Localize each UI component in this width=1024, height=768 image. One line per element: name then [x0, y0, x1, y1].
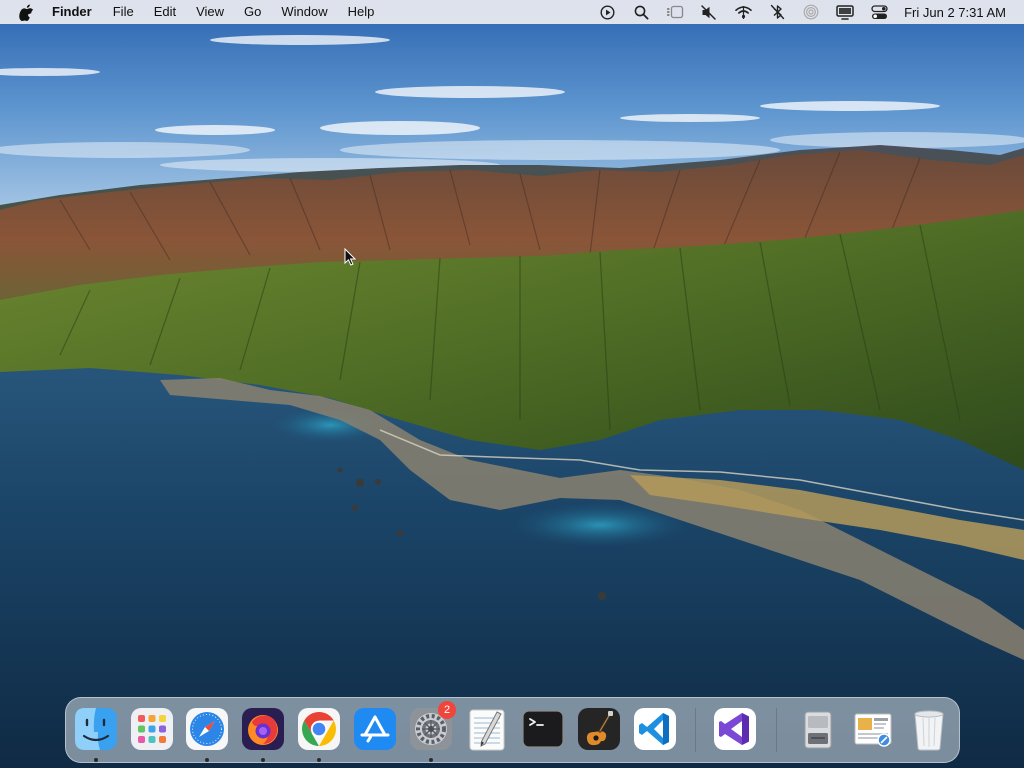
dock-firefox[interactable]	[240, 706, 286, 762]
disk-utility-icon	[804, 711, 832, 749]
trash-icon	[914, 710, 944, 751]
dock-separator	[776, 708, 777, 752]
running-indicator	[317, 758, 321, 762]
wallpaper	[0, 0, 1024, 768]
running-indicator	[429, 758, 433, 762]
airdrop-icon[interactable]	[802, 3, 820, 21]
notification-badge: 2	[438, 701, 456, 719]
menu-edit[interactable]: Edit	[144, 0, 186, 24]
dock-separator	[695, 708, 696, 752]
dock-preview[interactable]	[850, 706, 896, 752]
dock-garageband[interactable]	[576, 706, 622, 752]
menu-view[interactable]: View	[186, 0, 234, 24]
visual-studio-icon	[714, 708, 756, 750]
menu-file[interactable]: File	[103, 0, 144, 24]
firefox-icon	[242, 708, 284, 750]
dock-textedit[interactable]	[464, 706, 510, 752]
search-icon[interactable]	[632, 3, 650, 21]
stage-manager-icon[interactable]	[666, 3, 684, 21]
wifi-icon[interactable]	[734, 3, 752, 21]
control-center-icon[interactable]	[870, 3, 888, 21]
running-indicator	[94, 758, 98, 762]
menu-window[interactable]: Window	[271, 0, 337, 24]
garageband-icon	[578, 708, 620, 750]
preview-icon	[854, 713, 892, 747]
dock-visual-studio[interactable]	[712, 706, 758, 752]
app-store-icon	[354, 708, 396, 750]
launchpad-icon	[131, 708, 173, 750]
terminal-icon	[522, 710, 564, 748]
play-circle-icon[interactable]	[598, 3, 616, 21]
dock-terminal[interactable]	[520, 706, 566, 752]
desktop[interactable]: Finder File Edit View Go Window Help Fri…	[0, 0, 1024, 768]
apple-menu-icon[interactable]	[18, 3, 34, 21]
menu-app-finder[interactable]: Finder	[52, 0, 103, 24]
vscode-icon	[634, 708, 676, 750]
safari-icon	[186, 708, 228, 750]
bluetooth-off-icon[interactable]	[768, 3, 786, 21]
dock-app-store[interactable]	[352, 706, 398, 752]
menu-go[interactable]: Go	[234, 0, 271, 24]
dock-finder[interactable]	[73, 706, 119, 762]
dock-chrome[interactable]	[296, 706, 342, 762]
mouse-cursor-icon	[344, 248, 356, 266]
finder-icon	[75, 708, 117, 750]
sound-muted-icon[interactable]	[700, 3, 718, 21]
dock: 2	[65, 697, 960, 763]
dock-system-preferences[interactable]: 2	[408, 701, 456, 762]
menu-clock[interactable]: Fri Jun 2 7:31 AM	[904, 5, 1006, 20]
dock-disk-utility[interactable]	[795, 706, 841, 752]
running-indicator	[261, 758, 265, 762]
dock-launchpad[interactable]	[129, 706, 175, 752]
menu-bar: Finder File Edit View Go Window Help Fri…	[0, 0, 1024, 24]
display-icon[interactable]	[836, 3, 854, 21]
dock-trash[interactable]	[906, 706, 952, 752]
menu-help[interactable]: Help	[338, 0, 385, 24]
textedit-icon	[469, 709, 505, 751]
chrome-icon	[298, 708, 340, 750]
dock-safari[interactable]	[184, 706, 230, 762]
running-indicator	[205, 758, 209, 762]
dock-vscode[interactable]	[632, 706, 678, 752]
